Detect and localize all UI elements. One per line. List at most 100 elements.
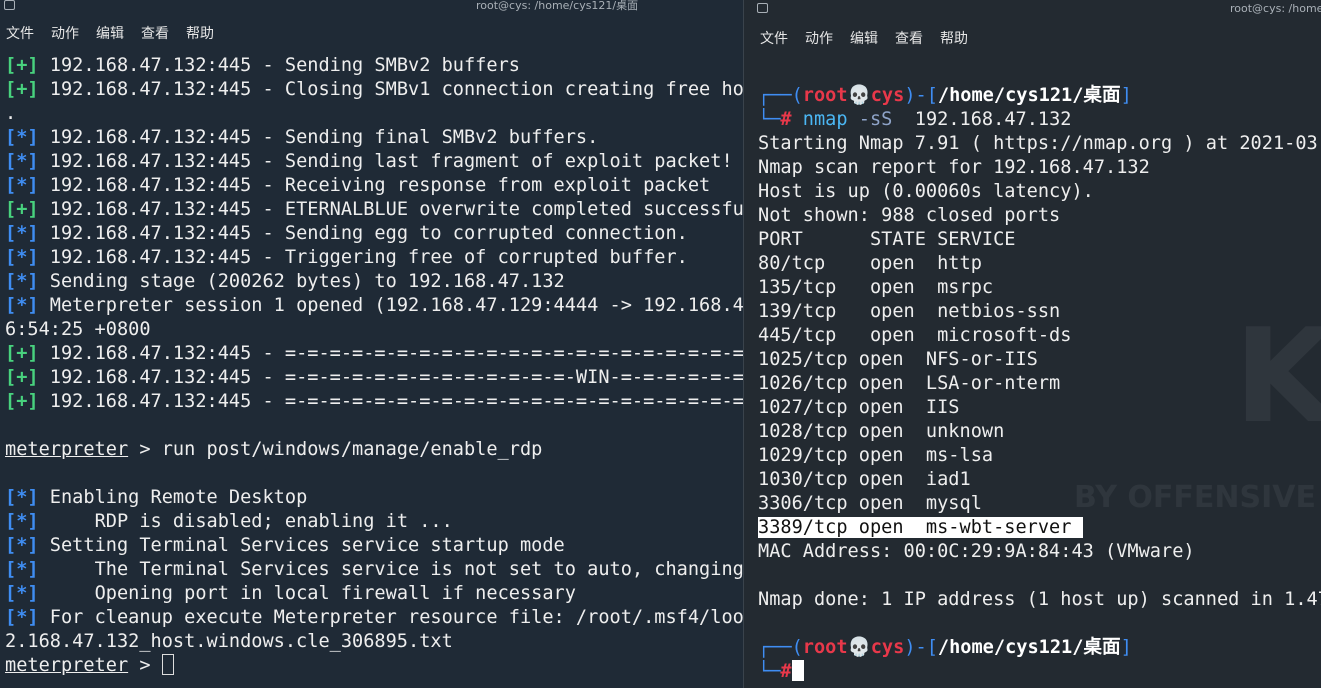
output-line: Nmap scan report for 192.168.47.132	[758, 156, 1321, 180]
status-tag: [+]	[5, 367, 39, 388]
line-text: 1027/tcp open IIS	[758, 397, 960, 418]
prompt-frame: ┌──(	[758, 637, 803, 658]
line-text: MAC Address: 00:0C:29:9A:84:43 (VMware)	[758, 541, 1195, 562]
menu-item-2[interactable]: 编辑	[850, 28, 878, 47]
prompt-frame: ]	[1120, 85, 1132, 106]
window-icon	[757, 3, 768, 13]
line-text: 1026/tcp open LSA-or-nterm	[758, 373, 1061, 394]
prompt-cwd: /home/cys121/桌面	[937, 85, 1121, 106]
line-text: .	[5, 103, 17, 124]
output-line: PORT STATE SERVICE	[758, 228, 1321, 252]
output-line: 1029/tcp open ms-lsa	[758, 444, 1321, 468]
status-tag: [*]	[5, 223, 39, 244]
terminal-cursor	[791, 660, 804, 681]
prompt-hash: #	[780, 661, 792, 682]
menu-item-4[interactable]: 帮助	[186, 23, 214, 42]
output-line: Nmap done: 1 IP address (1 host up) scan…	[758, 588, 1321, 612]
prompt-frame: )-[	[904, 637, 938, 658]
status-tag: [*]	[5, 535, 39, 556]
window-icon	[4, 0, 15, 10]
line-text: Opening port in local firewall if necess…	[38, 583, 576, 604]
output-line: 3389/tcp open ms-wbt-server	[758, 516, 1321, 540]
line-text: Nmap scan report for 192.168.47.132	[758, 157, 1150, 178]
menu-item-3[interactable]: 查看	[141, 23, 169, 42]
output-line: 1027/tcp open IIS	[758, 396, 1321, 420]
output-line: 139/tcp open netbios-ssn	[758, 300, 1321, 324]
skull-icon: 💀	[847, 637, 871, 658]
prompt-frame: ]	[1120, 637, 1132, 658]
menu-item-3[interactable]: 查看	[895, 28, 923, 47]
line-text: 445/tcp open microsoft-ds	[758, 325, 1072, 346]
line-text: 1028/tcp open unknown	[758, 421, 1005, 442]
status-tag: [+]	[5, 79, 39, 100]
prompt-host: cys	[870, 85, 905, 106]
output-line: MAC Address: 00:0C:29:9A:84:43 (VMware)	[758, 540, 1321, 564]
line-text: 139/tcp open netbios-ssn	[758, 301, 1061, 322]
status-tag: [+]	[5, 55, 39, 76]
command-arg: 192.168.47.132	[892, 109, 1072, 130]
line-text: 192.168.47.132:445 - Sending egg to corr…	[38, 223, 688, 244]
output-line: Not shown: 988 closed ports	[758, 204, 1321, 228]
output-line: 135/tcp open msrpc	[758, 276, 1321, 300]
prompt-host: cys	[870, 637, 905, 658]
line-text: 192.168.47.132:445 - Triggering free of …	[38, 247, 688, 268]
status-tag: [*]	[5, 175, 39, 196]
line-text: 1030/tcp open iad1	[758, 469, 971, 490]
status-tag: [*]	[5, 247, 39, 268]
prompt-line-top: ┌──(root💀cys)-[/home/cys121/桌面]	[758, 84, 1321, 108]
line-text: 1029/tcp open ms-lsa	[758, 445, 994, 466]
line-text: Nmap done: 1 IP address (1 host up) scan…	[758, 589, 1321, 610]
status-tag: [*]	[5, 559, 39, 580]
menu-item-2[interactable]: 编辑	[96, 23, 124, 42]
output-line: Starting Nmap 7.91 ( https://nmap.org ) …	[758, 132, 1321, 156]
menu-item-0[interactable]: 文件	[760, 28, 788, 47]
command-text: >	[128, 655, 162, 676]
right-menubar: 文件 动作 编辑 查看 帮助	[760, 28, 1321, 47]
output-line: 80/tcp open http	[758, 252, 1321, 276]
status-tag: [*]	[5, 127, 39, 148]
line-text: 192.168.47.132:445 - Receiving response …	[38, 175, 711, 196]
line-text: Starting Nmap 7.91 ( https://nmap.org ) …	[758, 133, 1321, 154]
output-line: 1030/tcp open iad1	[758, 468, 1321, 492]
output-line: 3306/tcp open mysql	[758, 492, 1321, 516]
output-line: 1025/tcp open NFS-or-IIS	[758, 348, 1321, 372]
status-tag: [*]	[5, 511, 39, 532]
line-text: PORT STATE SERVICE	[758, 229, 1016, 250]
prompt-line-bottom: └─# nmap -sS 192.168.47.132	[758, 108, 1321, 132]
command-flag: -sS	[858, 109, 893, 130]
line-text: Setting Terminal Services service startu…	[38, 535, 565, 556]
line-text: 192.168.47.132:445 - Sending SMBv2 buffe…	[38, 55, 520, 76]
menu-item-4[interactable]: 帮助	[940, 28, 968, 47]
prompt-user: root	[802, 85, 848, 106]
prompt-frame: └─	[758, 661, 781, 682]
status-tag: [*]	[5, 487, 39, 508]
line-text: 6:54:25 +0800	[5, 319, 151, 340]
left-window-title: root@cys: /home/cys121/桌面	[476, 0, 639, 12]
output-line: 1028/tcp open unknown	[758, 420, 1321, 444]
status-tag: [+]	[5, 343, 39, 364]
status-tag: [*]	[5, 271, 39, 292]
line-text: 192.168.47.132:445 - Sending last fragme…	[38, 151, 733, 172]
status-tag: [*]	[5, 583, 39, 604]
right-terminal-output[interactable]: ┌──(root💀cys)-[/home/cys121/桌面] └─# nmap …	[758, 84, 1321, 684]
line-text: Host is up (0.00060s latency).	[758, 181, 1094, 202]
line-text: Sending stage (200262 bytes) to 192.168.…	[38, 271, 565, 292]
right-window-title: root@cys: /home	[1230, 2, 1321, 15]
line-text: 2.168.47.132_host.windows.cle_306895.txt	[5, 631, 453, 652]
line-text: 135/tcp open msrpc	[758, 277, 994, 298]
command-text: > run post/windows/manage/enable_rdp	[128, 439, 543, 460]
right-terminal-window[interactable]: KALI BY OFFENSIVE SECURITY root@cys: /ho…	[743, 0, 1321, 688]
prompt-frame: ┌──(	[758, 85, 803, 106]
menu-item-1[interactable]: 动作	[51, 23, 79, 42]
line-text: 3306/tcp open mysql	[758, 493, 982, 514]
output-line: Host is up (0.00060s latency).	[758, 180, 1321, 204]
menu-item-1[interactable]: 动作	[805, 28, 833, 47]
line-text: 80/tcp open http	[758, 253, 982, 274]
menu-item-0[interactable]: 文件	[6, 23, 34, 42]
terminal-cursor	[161, 654, 174, 675]
right-titlebar: root@cys: /home	[744, 0, 1321, 15]
line-text: Not shown: 988 closed ports	[758, 205, 1061, 226]
status-tag: [*]	[5, 607, 39, 628]
